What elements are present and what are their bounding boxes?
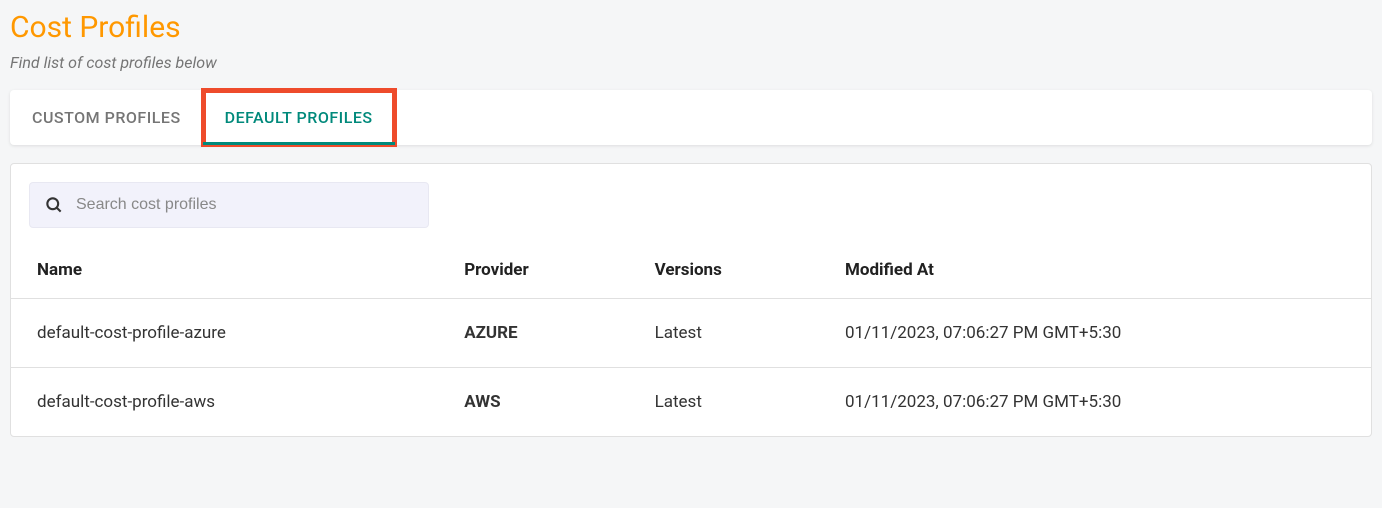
cell-name: default-cost-profile-aws bbox=[11, 368, 446, 437]
table-header-row: Name Provider Versions Modified At bbox=[11, 246, 1371, 299]
cell-provider: AWS bbox=[446, 368, 636, 437]
tab-default-profiles[interactable]: DEFAULT PROFILES bbox=[203, 90, 395, 145]
cell-modified: 01/11/2023, 07:06:27 PM GMT+5:30 bbox=[827, 368, 1371, 437]
cell-provider: AZURE bbox=[446, 299, 636, 368]
table-row[interactable]: default-cost-profile-aws AWS Latest 01/1… bbox=[11, 368, 1371, 437]
cell-name: default-cost-profile-azure bbox=[11, 299, 446, 368]
column-header-modified[interactable]: Modified At bbox=[827, 246, 1371, 299]
cell-versions: Latest bbox=[637, 299, 827, 368]
search-box[interactable] bbox=[29, 182, 429, 228]
column-header-provider[interactable]: Provider bbox=[446, 246, 636, 299]
search-input[interactable] bbox=[76, 196, 414, 214]
column-header-name[interactable]: Name bbox=[11, 246, 446, 299]
content-card: Name Provider Versions Modified At defau… bbox=[10, 163, 1372, 437]
search-icon bbox=[44, 195, 64, 215]
cell-versions: Latest bbox=[637, 368, 827, 437]
cell-modified: 01/11/2023, 07:06:27 PM GMT+5:30 bbox=[827, 299, 1371, 368]
page-title: Cost Profiles bbox=[10, 10, 1372, 45]
page-subtitle: Find list of cost profiles below bbox=[10, 53, 1372, 72]
profiles-table: Name Provider Versions Modified At defau… bbox=[11, 246, 1371, 436]
tabs-container: CUSTOM PROFILES DEFAULT PROFILES bbox=[10, 90, 1372, 145]
tab-custom-profiles[interactable]: CUSTOM PROFILES bbox=[10, 90, 203, 145]
table-row[interactable]: default-cost-profile-azure AZURE Latest … bbox=[11, 299, 1371, 368]
column-header-versions[interactable]: Versions bbox=[637, 246, 827, 299]
